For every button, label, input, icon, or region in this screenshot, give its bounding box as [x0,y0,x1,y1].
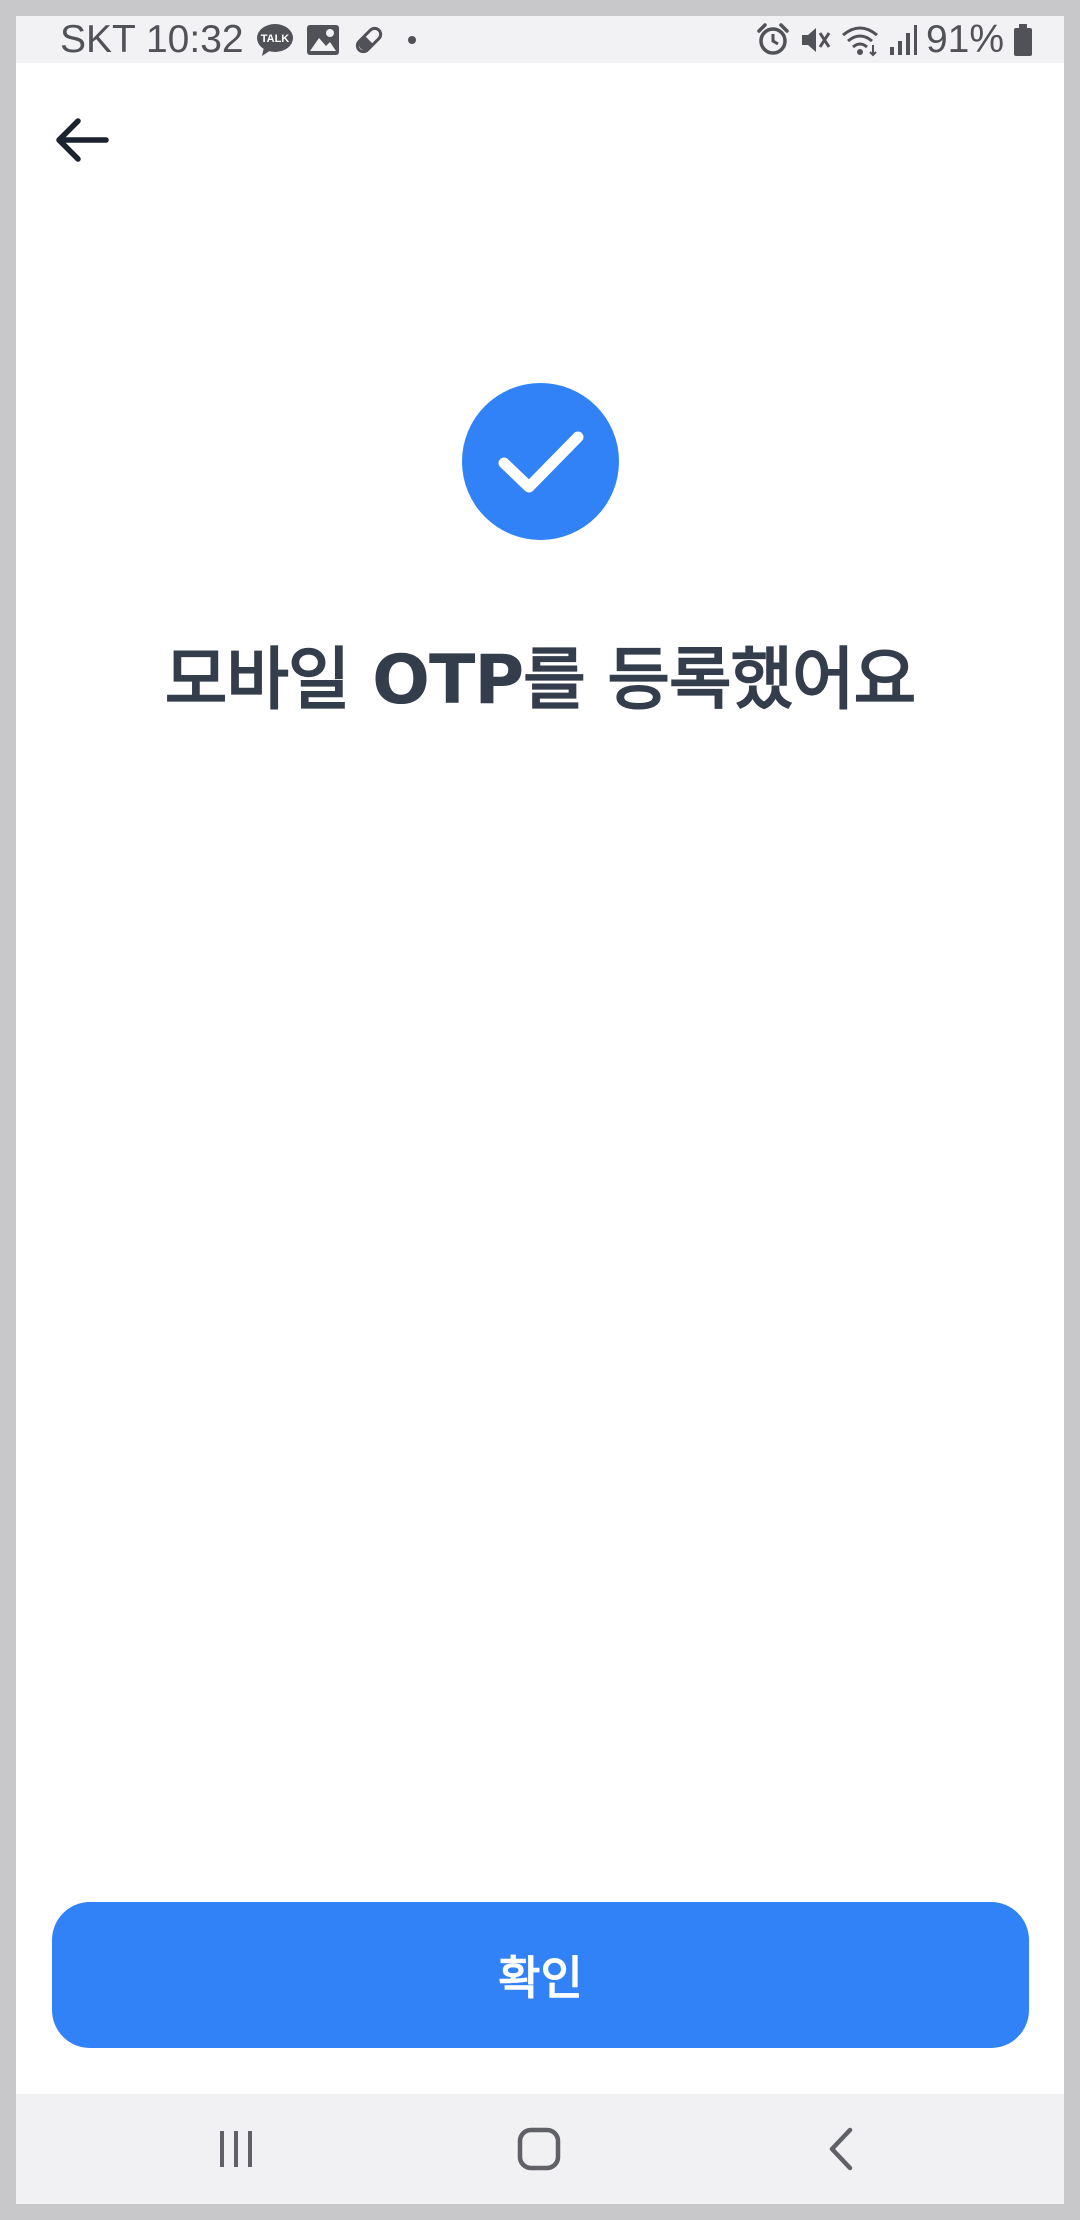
status-bar: SKT 10:32 TALK 91% [16,16,1064,63]
mute-icon [798,23,832,57]
talk-badge-text: TALK [260,33,289,45]
system-back-button[interactable] [781,2094,901,2204]
home-icon [517,2127,561,2171]
app-screen: SKT 10:32 TALK 91% 모바일 OTP를 등록했어요 확인 [16,16,1064,2204]
page-title: 모바일 OTP를 등록했어요 [164,641,916,720]
arrow-left-icon [56,118,109,162]
wifi-icon [840,23,880,57]
recents-button[interactable] [176,2094,296,2204]
system-nav-bar [16,2094,1064,2204]
status-right: 91% [756,16,1034,63]
pill-icon [352,23,386,57]
back-button[interactable] [42,100,122,180]
alarm-icon [756,22,790,57]
battery-percent: 91% [925,18,1004,61]
signal-icon [888,23,918,57]
status-left: SKT 10:32 TALK [60,16,416,63]
back-icon [829,2127,853,2171]
dot-icon [407,35,416,44]
battery-icon [1012,23,1034,57]
gallery-icon [306,24,340,56]
checkmark-icon [498,431,583,492]
recents-icon [220,2131,252,2167]
check-circle-icon [462,383,619,540]
home-button[interactable] [479,2094,599,2204]
carrier-time: SKT 10:32 [60,18,244,61]
kakaotalk-icon: TALK [256,23,294,57]
confirm-button[interactable]: 확인 [52,1902,1029,2048]
